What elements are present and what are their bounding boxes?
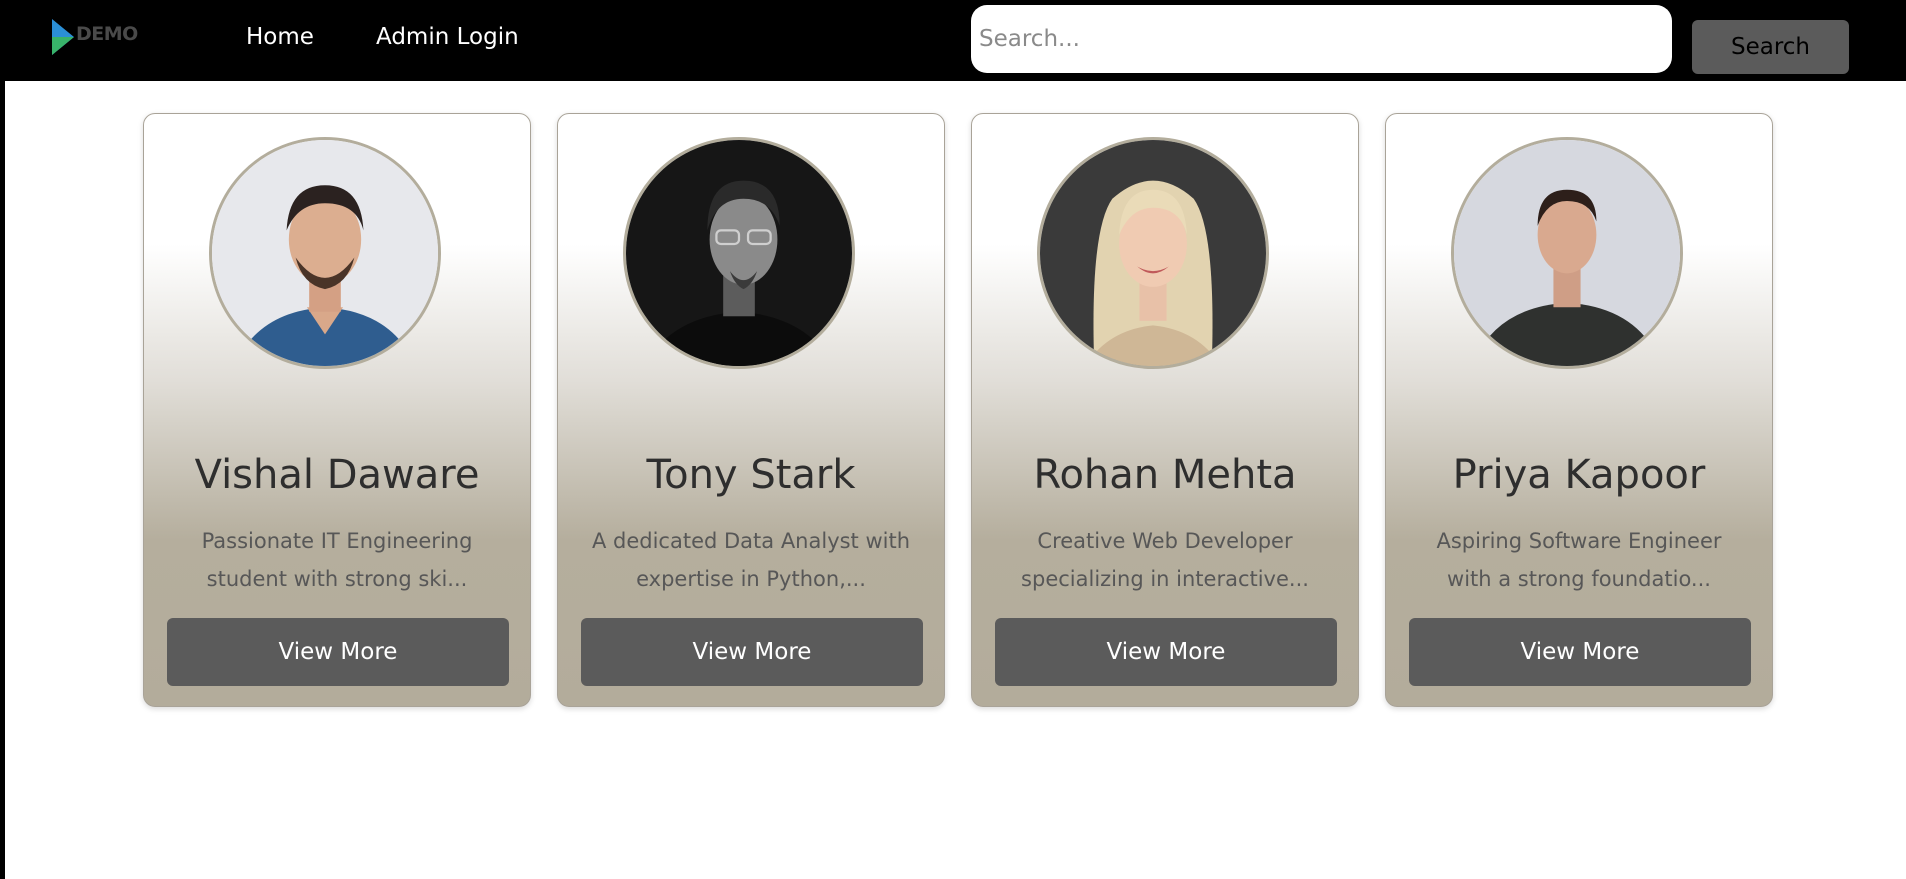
search-button[interactable]: Search xyxy=(1692,20,1849,74)
card-name: Tony Stark xyxy=(646,452,856,498)
card-description-line: with a strong foundatio... xyxy=(1447,567,1711,591)
navbar: DEMO Home Admin Login Search xyxy=(5,0,1906,81)
avatar xyxy=(1451,137,1683,369)
card-description-line: Creative Web Developer xyxy=(1037,529,1293,553)
card-description-line: expertise in Python,... xyxy=(636,567,866,591)
card-description-line: Passionate IT Engineering xyxy=(201,529,473,553)
profile-cards: Vishal Daware Passionate IT Engineering … xyxy=(143,113,1783,709)
card-name: Priya Kapoor xyxy=(1452,452,1706,498)
card-description: A dedicated Data Analyst with expertise … xyxy=(578,522,924,598)
card-description-line: student with strong ski... xyxy=(206,567,468,591)
card-description: Passionate IT Engineering student with s… xyxy=(164,522,510,598)
card-description-line: A dedicated Data Analyst with xyxy=(591,529,911,553)
profile-card: Vishal Daware Passionate IT Engineering … xyxy=(143,113,531,707)
card-description: Creative Web Developer specializing in i… xyxy=(992,522,1338,598)
view-more-button[interactable]: View More xyxy=(167,618,509,686)
page: DEMO Home Admin Login Search Vishal Dawa… xyxy=(0,0,1906,879)
profile-card: Rohan Mehta Creative Web Developer speci… xyxy=(971,113,1359,707)
profile-card: Priya Kapoor Aspiring Software Engineer … xyxy=(1385,113,1773,707)
nav-admin-login-link[interactable]: Admin Login xyxy=(376,24,519,50)
search-input[interactable] xyxy=(971,5,1672,73)
view-more-button[interactable]: View More xyxy=(995,618,1337,686)
card-description-line: specializing in interactive... xyxy=(1021,567,1309,591)
card-description: Aspiring Software Engineer with a strong… xyxy=(1406,522,1752,598)
profile-card: Tony Stark A dedicated Data Analyst with… xyxy=(557,113,945,707)
logo-play-icon-green xyxy=(52,37,74,55)
demo-logo[interactable]: DEMO xyxy=(50,17,150,57)
card-name: Rohan Mehta xyxy=(1033,452,1297,498)
man-glasses-bw-photo-icon xyxy=(626,140,852,366)
avatar xyxy=(1037,137,1269,369)
nav-home-link[interactable]: Home xyxy=(246,24,314,50)
card-name: Vishal Daware xyxy=(194,452,480,498)
avatar xyxy=(209,137,441,369)
card-description-line: Aspiring Software Engineer xyxy=(1436,529,1722,553)
avatar xyxy=(623,137,855,369)
woman-blonde-photo-icon xyxy=(1040,140,1266,366)
logo-text: DEMO xyxy=(76,23,138,45)
view-more-button[interactable]: View More xyxy=(581,618,923,686)
view-more-button[interactable]: View More xyxy=(1409,618,1751,686)
man-dark-shirt-photo-icon xyxy=(1454,140,1680,366)
man-blue-shirt-photo-icon xyxy=(212,140,438,366)
